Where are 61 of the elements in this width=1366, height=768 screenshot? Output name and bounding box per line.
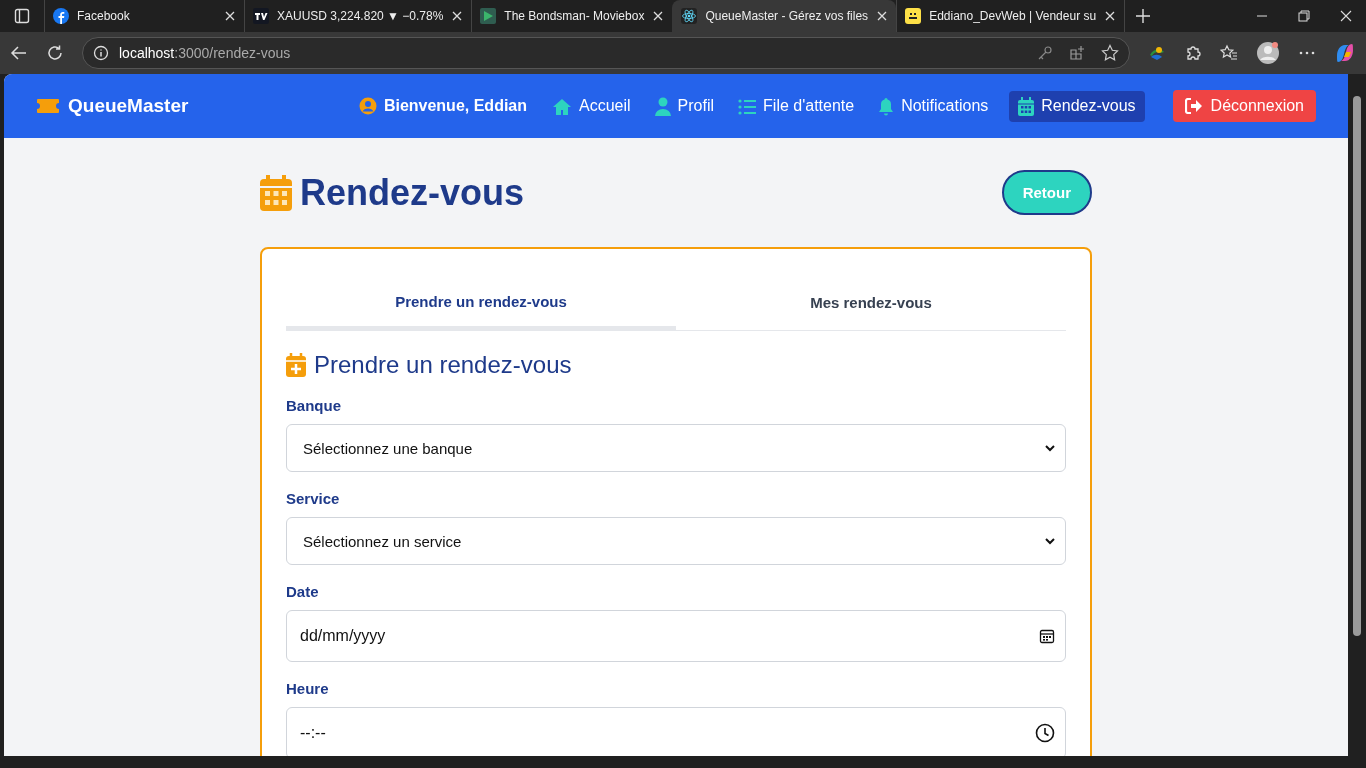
user-icon [654, 96, 671, 116]
key-icon[interactable] [1037, 45, 1053, 61]
section-heading: Prendre un rendez-vous [314, 351, 572, 379]
close-icon[interactable] [1104, 10, 1117, 22]
profile-avatar-icon[interactable] [1256, 41, 1280, 65]
clock-icon[interactable] [1035, 723, 1055, 743]
nav-link[interactable]: File d'attente [729, 90, 864, 122]
dropdown[interactable]: Sélectionnez un service [286, 517, 1066, 565]
nav-link[interactable]: Notifications [869, 90, 998, 122]
restore-icon[interactable] [1298, 10, 1310, 22]
app-grid-icon[interactable] [1069, 45, 1085, 61]
reload-icon[interactable] [46, 44, 64, 62]
address-bar[interactable]: localhost:3000/rendez-vous [82, 37, 1130, 69]
user-circle-icon [358, 97, 377, 115]
extension-logo-icon[interactable] [1148, 44, 1166, 62]
welcome-text: Bienvenue, Eddian [383, 97, 527, 115]
dropdown[interactable]: Sélectionnez une banque [286, 424, 1066, 472]
tab[interactable]: Mes rendez-vous [676, 281, 1066, 330]
smile-logo-icon [905, 8, 922, 24]
close-icon[interactable] [1340, 10, 1352, 22]
nav-link[interactable]: Profil [645, 90, 724, 122]
app-logo-text[interactable]: QueueMaster [68, 95, 189, 117]
chart-logo-icon [253, 8, 269, 24]
back-icon[interactable] [10, 44, 28, 62]
sidebar-icon[interactable] [14, 8, 30, 24]
atom-icon [681, 8, 698, 24]
close-icon[interactable] [451, 10, 464, 22]
calendar-icon [260, 174, 292, 211]
bell-icon [878, 96, 895, 116]
logout-button[interactable]: Déconnexion [1172, 90, 1316, 122]
chevron-down-icon[interactable] [1045, 443, 1055, 453]
field-label: Date [286, 583, 320, 600]
star-icon[interactable] [1101, 44, 1119, 62]
url-text: localhost:3000/rendez-vous [119, 45, 291, 61]
copilot-logo-icon[interactable] [1334, 42, 1356, 64]
nav-link[interactable]: Rendez-vous [1009, 90, 1145, 122]
puzzle-icon[interactable] [1184, 44, 1202, 62]
field-label: Heure [286, 680, 330, 697]
input-field[interactable]: --:-- [286, 707, 1066, 756]
home-icon [552, 96, 572, 116]
play-logo-icon [480, 8, 497, 24]
ticket-icon [36, 98, 60, 114]
favorites-icon[interactable] [1220, 44, 1238, 62]
close-icon[interactable] [652, 10, 665, 22]
field-label: Banque [286, 397, 342, 414]
calendar-icon [1018, 96, 1035, 116]
info-icon [93, 45, 109, 61]
field-label: Service [286, 490, 341, 507]
facebook-logo-icon [53, 8, 69, 24]
close-icon[interactable] [876, 10, 889, 22]
page-title: Rendez-vous [300, 171, 525, 214]
calendar-plus-icon [286, 353, 306, 377]
new-tab-icon[interactable] [1135, 8, 1152, 24]
calendar-icon[interactable] [1039, 628, 1055, 644]
nav-link[interactable]: Accueil [543, 90, 640, 122]
browser-tab[interactable]: QueueMaster - Gérez vos files [672, 0, 897, 32]
close-icon[interactable] [224, 10, 236, 22]
sign-out-icon [1184, 98, 1203, 114]
chevron-down-icon[interactable] [1045, 536, 1055, 546]
input-field[interactable]: dd/mm/yyyy [286, 610, 1066, 662]
tab[interactable]: Prendre un rendez-vous [286, 281, 676, 330]
